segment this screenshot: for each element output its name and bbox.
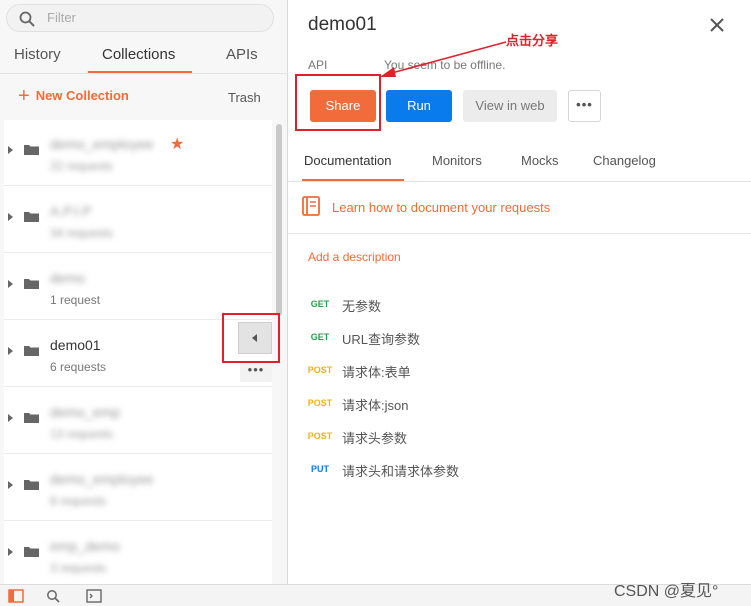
toggle-sidebar-icon[interactable] — [8, 589, 24, 603]
expand-caret-icon[interactable] — [8, 280, 13, 288]
collection-count: 3 requests — [50, 561, 107, 575]
request-name: 请求体:表单 — [342, 365, 411, 380]
expand-caret-icon[interactable] — [8, 548, 13, 556]
folder-icon — [24, 212, 39, 222]
sidebar-scrollbar[interactable] — [276, 124, 282, 316]
tab-active-indicator — [302, 179, 404, 181]
method-badge: POST — [307, 431, 333, 441]
expand-caret-icon[interactable] — [8, 414, 13, 422]
new-collection-button[interactable]: + New Collection — [18, 85, 129, 107]
method-badge: POST — [307, 365, 333, 375]
request-item[interactable]: GET 无参数 — [288, 296, 751, 316]
annotation-highlight-box — [295, 74, 381, 131]
folder-icon — [24, 413, 39, 423]
expand-caret-icon[interactable] — [8, 347, 13, 355]
tab-apis[interactable]: APIs — [226, 46, 258, 63]
request-item[interactable]: POST 请求体:表单 — [288, 362, 751, 382]
method-badge: PUT — [311, 464, 329, 474]
collection-count: 34 requests — [50, 226, 113, 240]
tab-history[interactable]: History — [14, 46, 61, 63]
folder-icon — [24, 346, 39, 356]
collection-name: demo01 — [50, 337, 101, 353]
find-icon[interactable] — [46, 589, 62, 603]
view-in-web-button[interactable]: View in web — [463, 90, 557, 122]
collection-name: demo_emp — [50, 404, 121, 420]
folder-icon — [24, 145, 39, 155]
api-label: API — [308, 58, 328, 72]
learn-docs-link[interactable]: Learn how to document your requests — [302, 196, 742, 230]
tab-mocks[interactable]: Mocks — [521, 153, 559, 168]
collection-count: 22 requests — [50, 159, 113, 173]
close-icon[interactable] — [708, 16, 726, 34]
collection-item[interactable]: A.P.I.P 34 requests — [4, 187, 272, 253]
search-icon — [19, 11, 35, 27]
collection-count: 6 requests — [50, 360, 107, 374]
collection-more-button[interactable]: ••• — [240, 362, 272, 382]
folder-icon — [24, 547, 39, 557]
request-item[interactable]: GET URL查询参数 — [288, 329, 751, 349]
annotation-arrow-icon — [380, 41, 507, 77]
request-name: 请求头参数 — [342, 431, 408, 446]
tab-collections[interactable]: Collections — [102, 46, 175, 63]
tab-documentation[interactable]: Documentation — [304, 153, 391, 168]
folder-icon — [24, 480, 39, 490]
request-name: 请求头和请求体参数 — [342, 464, 460, 479]
collection-count: 1 request — [50, 293, 101, 307]
sidebar-tabs: History Collections APIs — [0, 38, 288, 74]
add-description-link[interactable]: Add a description — [308, 250, 401, 264]
sidebar: Filter History Collections APIs + New Col… — [0, 0, 288, 588]
run-button[interactable]: Run — [386, 90, 452, 122]
console-icon[interactable] — [86, 589, 102, 603]
collection-item[interactable]: demo 1 request — [4, 254, 272, 320]
collection-name: demo_employee — [50, 471, 154, 487]
method-badge: GET — [310, 299, 330, 309]
collection-name: A.P.I.P — [50, 203, 92, 219]
star-icon[interactable]: ★ — [170, 134, 184, 154]
collection-item[interactable]: demo_employee ★ 22 requests — [4, 120, 272, 186]
annotation-highlight-box — [222, 313, 280, 363]
collection-count: 13 requests — [50, 427, 113, 441]
request-name: URL查询参数 — [342, 332, 421, 347]
expand-caret-icon[interactable] — [8, 146, 13, 154]
trash-button[interactable]: Trash — [228, 90, 261, 105]
book-icon — [302, 196, 320, 216]
request-name: 请求体:json — [342, 398, 409, 413]
folder-icon — [24, 279, 39, 289]
tab-monitors[interactable]: Monitors — [432, 153, 482, 168]
detail-tabs: Documentation Monitors Mocks Changelog — [288, 146, 751, 182]
annotation-label: 点击分享 — [506, 33, 559, 48]
collection-count: 8 requests — [50, 494, 107, 508]
expand-caret-icon[interactable] — [8, 481, 13, 489]
tab-active-indicator — [88, 71, 192, 73]
collection-name: demo — [50, 270, 86, 286]
plus-icon: + — [18, 85, 30, 107]
request-item[interactable]: POST 请求头参数 — [288, 428, 751, 448]
collection-title: demo01 — [308, 14, 377, 35]
search-box[interactable]: Filter — [6, 4, 274, 32]
collection-name: emp_demo — [50, 538, 121, 554]
collection-detail-panel: demo01 API You seem to be offline. 点击分享 … — [288, 0, 751, 584]
method-badge: POST — [307, 398, 333, 408]
expand-caret-icon[interactable] — [8, 213, 13, 221]
more-actions-button[interactable]: ••• — [568, 90, 601, 122]
learn-docs-text: Learn how to document your requests — [332, 200, 551, 215]
method-badge: GET — [310, 332, 330, 342]
collection-name: demo_employee — [50, 136, 154, 152]
collection-item[interactable]: demo_emp 13 requests — [4, 388, 272, 454]
tab-changelog[interactable]: Changelog — [593, 153, 656, 168]
divider — [288, 233, 751, 234]
request-item[interactable]: POST 请求体:json — [288, 395, 751, 415]
new-collection-label: New Collection — [35, 88, 129, 103]
search-placeholder: Filter — [47, 10, 76, 25]
request-item[interactable]: PUT 请求头和请求体参数 — [288, 461, 751, 481]
watermark: CSDN @夏见° — [614, 583, 719, 600]
collection-item[interactable]: emp_demo 3 requests — [4, 522, 272, 588]
request-name: 无参数 — [342, 299, 382, 314]
collection-item[interactable]: demo_employee 8 requests — [4, 455, 272, 521]
